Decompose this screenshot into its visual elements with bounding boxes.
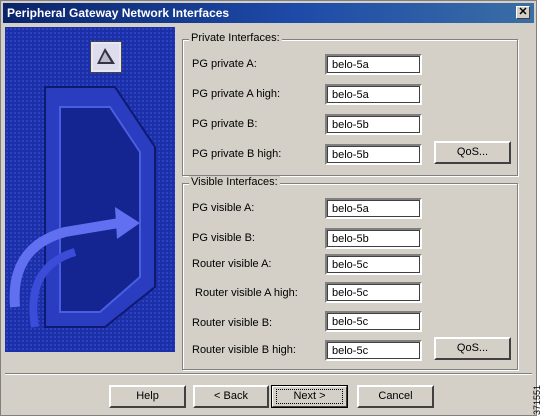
visible-interfaces-legend: Visible Interfaces:: [189, 176, 280, 188]
pg-visible-a-input[interactable]: belo-5a: [325, 198, 422, 219]
pg-private-b-input[interactable]: belo-5b: [325, 114, 422, 135]
router-visible-b-label: Router visible B:: [192, 317, 273, 329]
back-button[interactable]: < Back: [193, 385, 269, 408]
next-button-label: Next >: [276, 389, 343, 404]
private-qos-button[interactable]: QoS...: [434, 141, 511, 164]
figure-id: 371551: [532, 385, 541, 415]
pg-private-b-high-label: PG private B high:: [192, 148, 282, 160]
help-button[interactable]: Help: [109, 385, 186, 408]
router-visible-a-high-input[interactable]: belo-5c: [325, 282, 422, 303]
private-interfaces-legend: Private Interfaces:: [189, 32, 282, 44]
close-icon: ✕: [518, 6, 528, 18]
pg-visible-a-label: PG visible A:: [192, 202, 255, 214]
router-visible-a-label: Router visible A:: [192, 258, 272, 270]
pg-private-b-label: PG private B:: [192, 118, 258, 130]
router-visible-a-high-label: Router visible A high:: [192, 287, 298, 299]
pg-visible-b-input[interactable]: belo-5b: [325, 228, 422, 249]
button-separator: [5, 373, 532, 375]
dialog-window: Peripheral Gateway Network Interfaces ✕ …: [0, 0, 537, 416]
router-visible-b-high-label: Router visible B high:: [192, 344, 296, 356]
pg-private-a-high-label: PG private A high:: [192, 88, 281, 100]
computer-illustration: [5, 27, 175, 352]
next-button[interactable]: Next >: [271, 385, 348, 408]
router-visible-b-high-input[interactable]: belo-5c: [325, 340, 422, 361]
wizard-graphic: [5, 27, 175, 352]
close-button[interactable]: ✕: [516, 6, 530, 19]
pg-private-a-input[interactable]: belo-5a: [325, 54, 422, 75]
pg-private-a-label: PG private A:: [192, 58, 257, 70]
window-title: Peripheral Gateway Network Interfaces: [7, 6, 230, 20]
router-visible-b-input[interactable]: belo-5c: [325, 311, 422, 332]
figure-id-text: 371551: [532, 384, 541, 416]
pg-private-b-high-input[interactable]: belo-5b: [325, 144, 422, 165]
pg-private-a-high-input[interactable]: belo-5a: [325, 84, 422, 105]
router-visible-a-input[interactable]: belo-5c: [325, 254, 422, 275]
visible-qos-button[interactable]: QoS...: [434, 337, 511, 360]
title-bar[interactable]: Peripheral Gateway Network Interfaces ✕: [3, 3, 534, 23]
wizard-logo-icon: [90, 41, 122, 73]
cancel-button[interactable]: Cancel: [357, 385, 434, 408]
pg-visible-b-label: PG visible B:: [192, 232, 255, 244]
